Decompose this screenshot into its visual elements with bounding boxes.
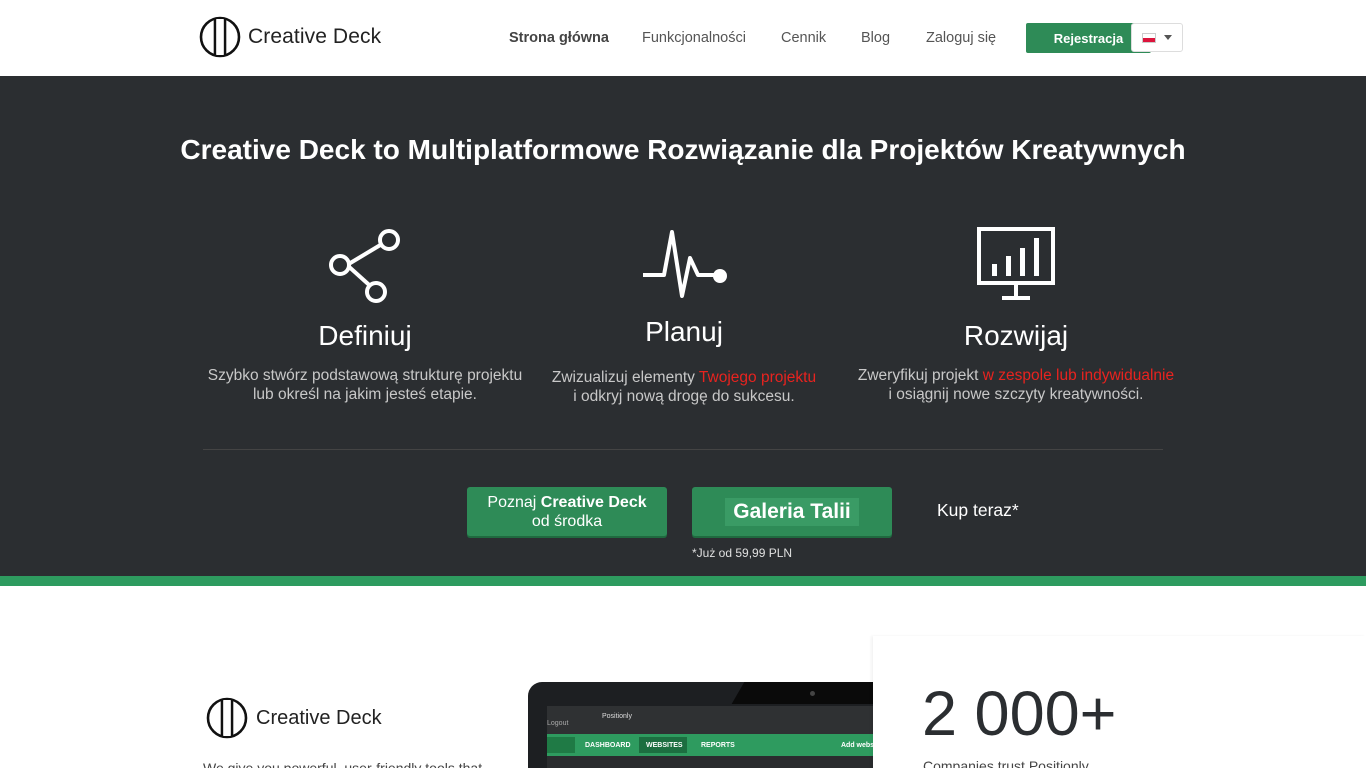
- pl-flag-icon: [1142, 32, 1156, 43]
- divider: [203, 449, 1163, 450]
- app-brand: Positionly: [602, 713, 632, 720]
- site-header: Creative Deck Strona główna Funkcjonalno…: [0, 0, 1366, 76]
- logo-text: Creative Deck: [256, 706, 382, 729]
- stats-label: Companies trust Positionly: [923, 758, 1089, 768]
- nav-home[interactable]: Strona główna: [509, 30, 609, 46]
- nav-features[interactable]: Funkcjonalności: [642, 30, 746, 46]
- accent-bar: [0, 576, 1366, 586]
- explore-button[interactable]: Poznaj Creative Deck od środka: [467, 487, 667, 536]
- feature-line1: Zweryfikuj projekt w zespole lub indywid…: [857, 367, 1175, 384]
- hero-title: Creative Deck to Multiplatformowe Rozwią…: [0, 134, 1366, 166]
- caret-down-icon: [1164, 35, 1172, 40]
- presentation-chart-icon: [977, 227, 1055, 300]
- feature-line2: i osiągnij nowe szczyty kreatywności.: [888, 386, 1144, 403]
- product-section: Creative Deck We give you powerful, user…: [0, 586, 1366, 768]
- feature-title: Rozwijaj: [963, 320, 1069, 351]
- feature-define: Definiuj Szybko stwórz podstawową strukt…: [185, 226, 545, 404]
- app-tab-dashboard: DASHBOARD: [585, 742, 631, 749]
- feature-line2: lub określ na jakim jesteś etapie.: [252, 386, 477, 403]
- stats-box: 2 000+ Companies trust Positionly: [873, 636, 1366, 768]
- pulse-icon: [643, 230, 727, 298]
- buy-now-link[interactable]: Kup teraz*: [937, 500, 1019, 521]
- app-tab-reports: REPORTS: [701, 742, 735, 749]
- nav-login[interactable]: Zaloguj się: [926, 30, 996, 46]
- feature-develop: Rozwijaj Zweryfikuj projekt w zespole lu…: [831, 226, 1201, 404]
- app-tab-websites: WEBSITES: [646, 742, 683, 749]
- language-select[interactable]: [1131, 23, 1183, 52]
- logo-icon: [206, 697, 248, 739]
- feature-plan: Planuj Zwizualizuj elementy Twojego proj…: [504, 226, 864, 406]
- app-logout: Logout: [547, 720, 569, 727]
- feature-line1: Szybko stwórz podstawową strukturę proje…: [207, 367, 523, 384]
- hero-title-text: to Multiplatformowe Rozwiązanie dla Proj…: [365, 134, 1186, 165]
- feature-line1: Zwizualizuj elementy Twojego projektu: [551, 369, 817, 386]
- nav-pricing[interactable]: Cennik: [781, 30, 826, 46]
- gallery-button[interactable]: Galeria Talii: [692, 487, 892, 536]
- nav-blog[interactable]: Blog: [861, 30, 890, 46]
- feature-line2: i odkryj nową drogę do sukcesu.: [573, 388, 795, 405]
- price-note: *Już od 59,99 PLN: [692, 546, 793, 560]
- feature-title: Planuj: [645, 316, 723, 347]
- stats-number: 2 000+: [922, 679, 1117, 749]
- product-description: We give you powerful, user-friendly tool…: [203, 760, 483, 768]
- share-icon: [329, 229, 400, 303]
- hero-section: Creative Deck to Multiplatformowe Rozwią…: [0, 76, 1366, 576]
- product-logo: Creative Deck: [206, 697, 382, 739]
- feature-title: Definiuj: [318, 320, 412, 351]
- hero-title-brand: Creative Deck: [180, 134, 366, 165]
